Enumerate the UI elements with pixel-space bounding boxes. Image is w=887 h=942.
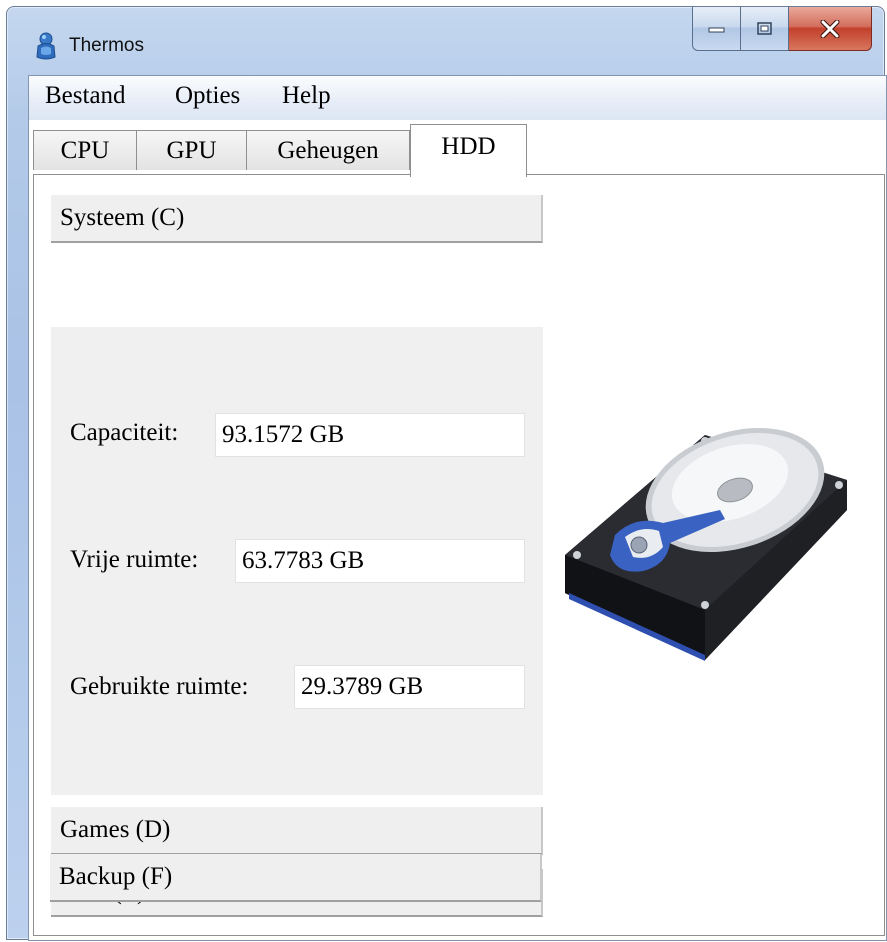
free-space-label: Vrije ruimte: [70,546,199,573]
menu-bar: Bestand Opties Help [29,76,886,121]
menu-help[interactable]: Help [280,82,333,110]
title-bar[interactable]: Thermos [7,7,884,71]
free-space-field[interactable]: 63.7783 GB [235,539,525,583]
maximize-button[interactable] [741,7,789,51]
caption-buttons [692,7,872,51]
drive-details-panel: Capaciteit: 93.1572 GB Vrije ruimte: 63.… [51,327,543,795]
used-space-field[interactable]: 29.3789 GB [294,665,525,709]
drive-header-backup[interactable]: Backup (F) [50,854,542,902]
hard-drive-icon [565,427,847,661]
used-space-label: Gebruikte ruimte: [70,673,249,700]
menu-bestand[interactable]: Bestand [43,82,128,110]
tab-hdd[interactable]: HDD [410,124,527,177]
drive-header-systeem[interactable]: Systeem (C) [51,195,543,243]
capacity-field[interactable]: 93.1572 GB [215,413,525,457]
tab-geheugen[interactable]: Geheugen [246,130,410,170]
capacity-label: Capaciteit: [70,419,179,446]
window-title: Thermos [69,35,144,56]
minimize-icon [708,27,724,32]
minimize-button[interactable] [692,7,741,51]
close-button[interactable] [789,7,872,51]
thermos-figure-icon [36,32,56,60]
tab-gpu[interactable]: GPU [136,130,247,170]
tab-cpu[interactable]: CPU [33,130,137,170]
close-icon [820,19,840,38]
maximize-icon [756,21,772,35]
menu-opties[interactable]: Opties [173,82,242,110]
tab-strip: CPU GPU Geheugen HDD [29,120,886,177]
drive-header-games[interactable]: Games (D) [51,807,543,855]
